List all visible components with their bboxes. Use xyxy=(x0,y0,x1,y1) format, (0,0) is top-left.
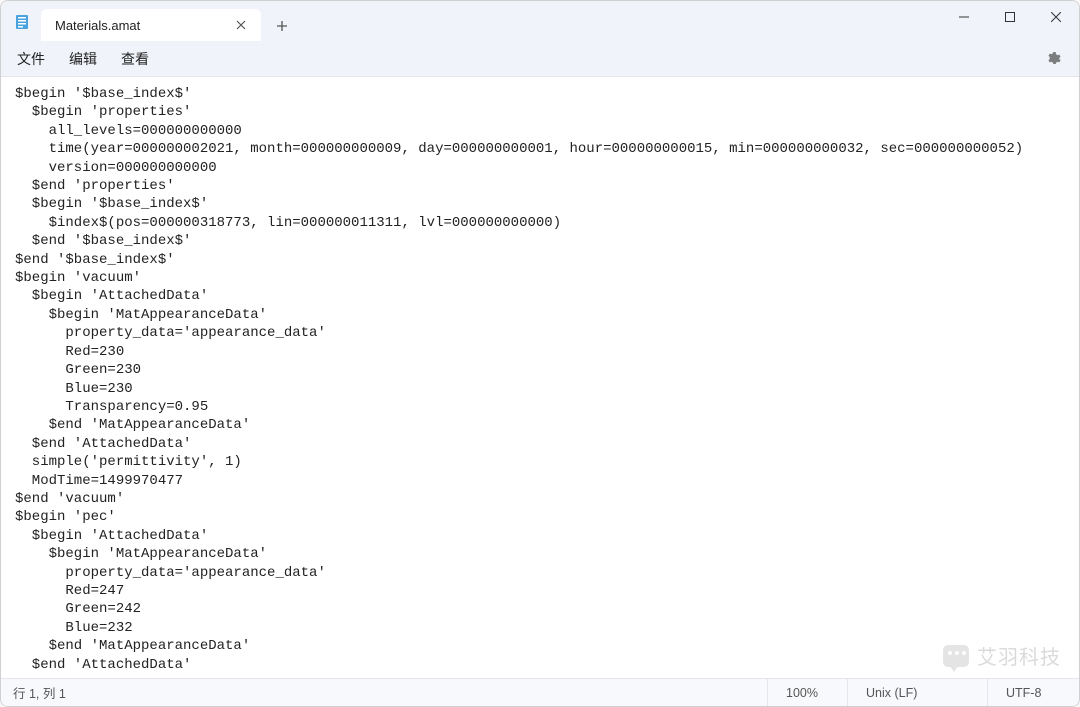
editor-area[interactable]: $begin '$base_index$' $begin 'properties… xyxy=(1,77,1079,678)
tab-title: Materials.amat xyxy=(55,18,231,33)
status-zoom[interactable]: 100% xyxy=(767,679,847,706)
close-window-button[interactable] xyxy=(1033,1,1079,33)
status-line-ending[interactable]: Unix (LF) xyxy=(847,679,987,706)
menu-edit[interactable]: 编辑 xyxy=(57,43,109,75)
settings-button[interactable] xyxy=(1037,43,1069,75)
minimize-button[interactable] xyxy=(941,1,987,33)
gear-icon xyxy=(1045,51,1061,67)
window-controls xyxy=(941,1,1079,33)
new-tab-button[interactable] xyxy=(267,11,297,41)
tab-active[interactable]: Materials.amat xyxy=(41,9,261,41)
close-tab-button[interactable] xyxy=(231,15,251,35)
status-position[interactable]: 行 1, 列 1 xyxy=(13,683,767,702)
status-encoding[interactable]: UTF-8 xyxy=(987,679,1067,706)
editor-text[interactable]: $begin '$base_index$' $begin 'properties… xyxy=(5,85,1075,674)
status-bar: 行 1, 列 1 100% Unix (LF) UTF-8 xyxy=(1,678,1079,706)
menu-view[interactable]: 查看 xyxy=(109,43,161,75)
menu-bar: 文件 编辑 查看 xyxy=(1,41,1079,77)
maximize-button[interactable] xyxy=(987,1,1033,33)
menu-file[interactable]: 文件 xyxy=(5,43,57,75)
app-icon xyxy=(13,13,31,31)
title-bar: Materials.amat xyxy=(1,1,1079,41)
app-window: Materials.amat 文件 编辑 查看 xyxy=(0,0,1080,707)
